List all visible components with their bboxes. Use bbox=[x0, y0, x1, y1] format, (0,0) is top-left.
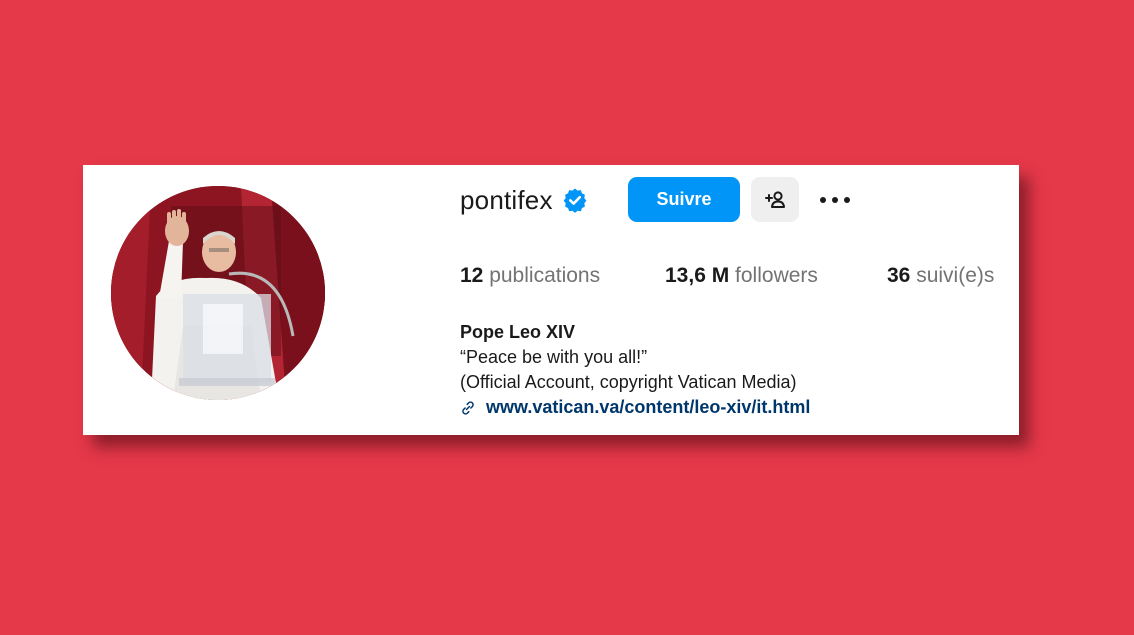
posts-count-label: publications bbox=[489, 264, 601, 287]
followers-count-label: followers bbox=[735, 264, 818, 287]
suggested-accounts-button[interactable] bbox=[751, 177, 799, 222]
bio-website-link[interactable]: www.vatican.va/content/leo-xiv/it.html bbox=[460, 395, 810, 420]
more-options-button[interactable] bbox=[813, 177, 857, 222]
profile-card: pontifex Suivre 12 publications 13,6 M f… bbox=[83, 165, 1019, 435]
add-person-icon bbox=[765, 190, 785, 208]
verified-badge-icon bbox=[562, 187, 588, 213]
following-count[interactable]: 36 suivi(e)s bbox=[887, 264, 994, 288]
followers-count[interactable]: 13,6 M followers bbox=[665, 264, 818, 288]
profile-username[interactable]: pontifex bbox=[460, 185, 553, 216]
bio-display-name: Pope Leo XIV bbox=[460, 322, 576, 342]
link-icon bbox=[462, 400, 474, 415]
posts-count: 12 publications bbox=[460, 264, 600, 288]
username-row: pontifex bbox=[460, 177, 588, 223]
bio-website-url: www.vatican.va/content/leo-xiv/it.html bbox=[486, 397, 811, 417]
posts-count-value: 12 bbox=[460, 264, 484, 287]
avatar-photo bbox=[111, 186, 325, 400]
more-options-icon bbox=[820, 196, 850, 203]
followers-count-value: 13,6 M bbox=[665, 264, 730, 287]
bio-description: (Official Account, copyright Vatican Med… bbox=[460, 372, 797, 392]
following-count-label: suivi(e)s bbox=[916, 264, 995, 287]
follow-button[interactable]: Suivre bbox=[628, 177, 740, 222]
bio-quote: “Peace be with you all!” bbox=[460, 347, 648, 367]
following-count-value: 36 bbox=[887, 264, 911, 287]
profile-bio: Pope Leo XIV “Peace be with you all!” (O… bbox=[460, 320, 810, 420]
profile-avatar[interactable] bbox=[111, 186, 325, 400]
